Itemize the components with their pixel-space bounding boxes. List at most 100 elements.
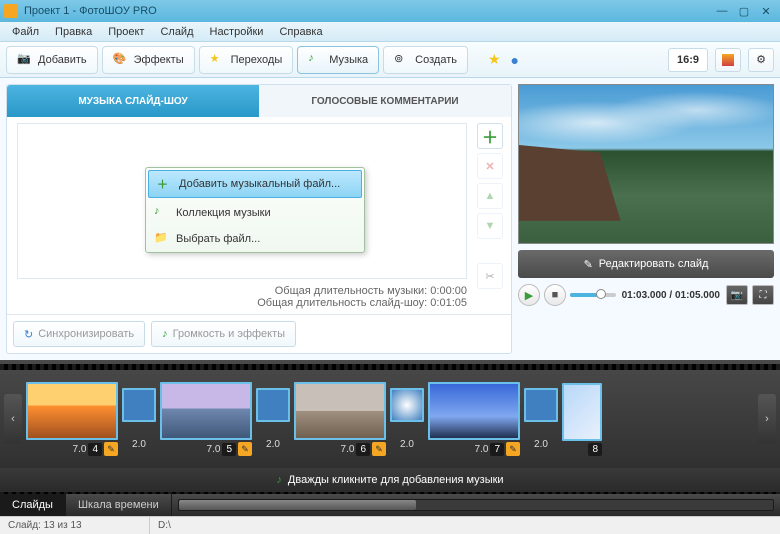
effects-label: Эффекты [134,54,184,66]
timeline-slide[interactable]: 7.06✎ [294,382,386,456]
tab-music-slideshow[interactable]: МУЗЫКА СЛАЙД-ШОУ [7,85,259,117]
seek-slider[interactable] [570,293,616,297]
slide-thumbnail[interactable] [428,382,520,440]
maximize-button[interactable]: ▢ [734,4,754,18]
close-button[interactable]: ✕ [756,4,776,18]
sync-label: Синхронизировать [38,328,134,340]
slide-thumbnail[interactable] [562,383,602,441]
transition-duration: 2.0 [534,439,548,450]
timeline-slide[interactable]: 7.05✎ [160,382,252,456]
timeline-scroll-left[interactable]: ‹ [4,394,22,444]
edit-slide-button[interactable]: ✎ Редактировать слайд [518,250,774,278]
play-button[interactable]: ▶ [518,284,540,306]
music-button[interactable]: ♪ Музыка [297,46,379,74]
dur-music-label: Общая длительность музыки: [275,285,428,297]
transition-thumbnail[interactable] [524,388,558,422]
titlebar: Проект 1 - ФотоШОУ PRO — ▢ ✕ [0,0,780,22]
tab-voice-comments[interactable]: ГОЛОСОВЫЕ КОММЕНТАРИИ [259,85,511,117]
transition-thumbnail[interactable] [390,388,424,422]
effects-button[interactable]: 🎨 Эффекты [102,46,195,74]
music-label: Музыка [329,54,368,66]
move-up-button[interactable]: ▲ [477,183,503,209]
transition-block[interactable]: 2.0 [256,388,290,450]
timeline-slide[interactable]: 8 [562,383,602,456]
music-track-row[interactable]: ♪ Дважды кликните для добавления музыки [0,468,780,492]
slide-thumbnail[interactable] [160,382,252,440]
slide-thumbnail[interactable] [294,382,386,440]
slide-edit-button[interactable]: ✎ [238,442,252,456]
volume-effects-button[interactable]: ♪ Громкость и эффекты [151,321,296,347]
remove-track-button[interactable]: ✕ [477,153,503,179]
add-track-button[interactable]: ＋ [477,123,503,149]
tab-slides-label: Слайды [12,499,53,511]
sync-button[interactable]: ↻ Синхронизировать [13,321,145,347]
slide-edit-button[interactable]: ✎ [372,442,386,456]
star-icon: ★ [210,52,226,68]
transition-thumbnail[interactable] [256,388,290,422]
transition-thumbnail[interactable] [122,388,156,422]
menu-help[interactable]: Справка [271,24,330,40]
globe-icon[interactable]: ● [511,52,519,68]
horizontal-scrollbar[interactable] [172,494,780,516]
fullscreen-button[interactable]: ⛶ [752,285,774,305]
settings-button[interactable]: ⚙ [748,48,774,72]
dropdown-add-label: Добавить музыкальный файл... [179,178,340,190]
dropdown-music-collection[interactable]: ♪ Коллекция музыки [146,200,364,226]
dropdown-collection-label: Коллекция музыки [176,207,271,219]
pencil-icon: ✎ [509,444,517,455]
add-button[interactable]: 📷 Добавить [6,46,98,74]
statusbar: Слайд: 13 из 13 D:\ [0,516,780,534]
slide-edit-button[interactable]: ✎ [104,442,118,456]
timeline-slide[interactable]: 7.07✎ [428,382,520,456]
transition-block[interactable]: 2.0 [390,388,424,450]
menu-slide[interactable]: Слайд [152,24,201,40]
slide-thumbnail[interactable] [26,382,118,440]
aspect-ratio-button[interactable]: 16:9 [668,48,708,72]
snapshot-button[interactable]: 📷 [726,285,748,305]
camera-icon: 📷 [17,52,33,68]
sync-icon: ↻ [24,328,33,341]
minimize-button[interactable]: — [712,4,732,18]
aspect-label: 16:9 [677,54,699,66]
slide-edit-button[interactable]: ✎ [506,442,520,456]
transition-block[interactable]: 2.0 [122,388,156,450]
playback-time: 01:03.000 / 01:05.000 [622,290,720,301]
scrollbar-thumb[interactable] [179,500,417,510]
slide-duration: 7.0 [341,444,355,455]
arrow-up-icon: ▲ [485,190,496,202]
color-theme-button[interactable] [715,48,741,72]
dur-music-value: 0:00:00 [430,285,467,297]
trim-track-button[interactable]: ✂ [477,263,503,289]
preview-image[interactable] [518,84,774,244]
palette-icon: 🎨 [113,52,129,68]
folder-icon: 📁 [154,231,170,247]
status-slide-count: Слайд: 13 из 13 [0,517,150,534]
transition-block[interactable]: 2.0 [524,388,558,450]
dropdown-choose-file[interactable]: 📁 Выбрать файл... [146,226,364,252]
timeline-slide[interactable]: 7.04✎ [26,382,118,456]
transitions-button[interactable]: ★ Переходы [199,46,294,74]
transitions-label: Переходы [231,54,283,66]
dropdown-add-music-file[interactable]: ＋ Добавить музыкальный файл... [148,170,362,198]
slide-number: 5 [222,443,236,456]
transition-duration: 2.0 [132,439,146,450]
tab-slides-view[interactable]: Слайды [0,494,66,516]
menubar: Файл Правка Проект Слайд Настройки Справ… [0,22,780,42]
window-title: Проект 1 - ФотоШОУ PRO [24,5,712,17]
stop-button[interactable]: ■ [544,284,566,306]
add-track-dropdown: ＋ Добавить музыкальный файл... ♪ Коллекц… [145,167,365,253]
timeline-scroll-right[interactable]: › [758,394,776,444]
menu-file[interactable]: Файл [4,24,47,40]
move-down-button[interactable]: ▼ [477,213,503,239]
slide-duration: 7.0 [207,444,221,455]
gear-icon: ⚙ [756,53,766,66]
swatch-icon [722,54,734,66]
create-button[interactable]: ⊚ Создать [383,46,468,74]
menu-settings[interactable]: Настройки [202,24,272,40]
music-note-icon: ♪ [162,328,168,340]
menu-edit[interactable]: Правка [47,24,100,40]
tab-timeline-view[interactable]: Шкала времени [66,494,172,516]
menu-project[interactable]: Проект [100,24,152,40]
favorite-icon[interactable]: ★ [488,51,501,68]
dur-show-label: Общая длительность слайд-шоу: [257,297,427,309]
